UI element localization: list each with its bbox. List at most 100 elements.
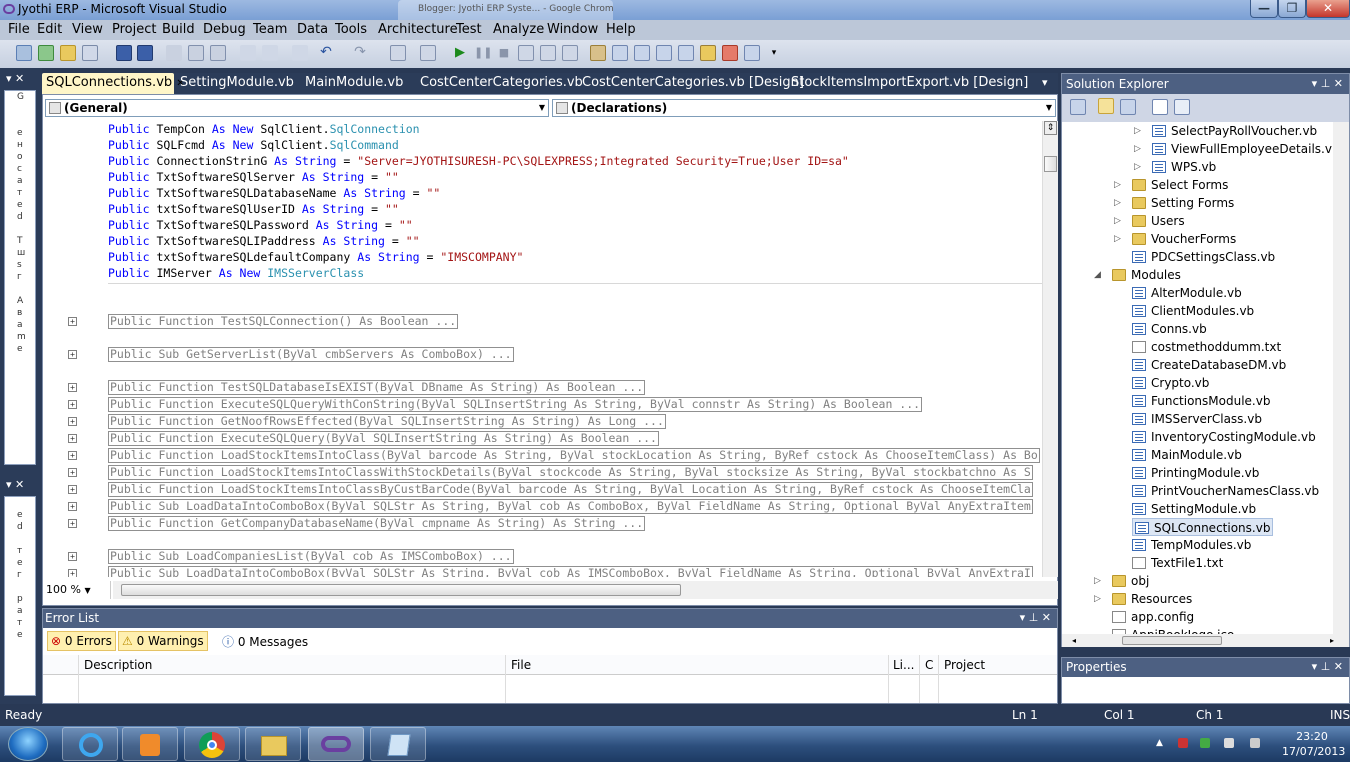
start-button[interactable] <box>8 727 48 761</box>
collapsed-method[interactable]: Public Function TestSQLConnection() As B… <box>108 314 459 329</box>
expand-region-icon[interactable]: + <box>68 417 77 426</box>
expand-region-icon[interactable]: + <box>68 569 77 577</box>
solution-tree-item[interactable]: obj <box>1112 572 1149 590</box>
column-line[interactable]: Li... <box>893 658 914 672</box>
menu-tools[interactable]: Tools <box>335 22 367 37</box>
code-line[interactable]: Public ConnectionStrinG As String = "Ser… <box>108 153 849 169</box>
power-icon[interactable] <box>1224 738 1234 748</box>
toolbox-icon[interactable] <box>678 45 694 61</box>
solution-tree-item[interactable]: TextFile1.txt <box>1132 554 1223 572</box>
save-icon[interactable] <box>116 45 132 61</box>
solution-tree-item[interactable]: InventoryCostingModule.vb <box>1132 428 1316 446</box>
solution-tree-item[interactable]: Resources <box>1112 590 1192 608</box>
solution-tree-item[interactable]: Crypto.vb <box>1132 374 1209 392</box>
expand-arrow-icon[interactable]: ▷ <box>1114 198 1121 208</box>
pin-icon-2[interactable]: ▾ ✕ <box>6 478 24 491</box>
solution-tree-item[interactable]: PDCSettingsClass.vb <box>1132 248 1275 266</box>
server-explorer-panel[interactable]: еd тег рате <box>4 496 36 696</box>
system-clock[interactable]: 23:20 17/07/2013 <box>1282 729 1345 759</box>
warnings-filter-button[interactable]: ⚠ 0 Warnings <box>118 631 208 651</box>
code-editor[interactable]: (General) ▼ (Declarations) ▼ Public Temp… <box>42 94 1058 606</box>
extension-manager-icon[interactable] <box>700 45 716 61</box>
pause-icon[interactable]: ❚❚ <box>474 45 492 61</box>
navigate-backward-icon[interactable] <box>390 45 406 61</box>
tab-mainmodule[interactable]: MainModule.vb <box>301 73 407 94</box>
solution-explorer-icon[interactable] <box>612 45 628 61</box>
collapsed-method[interactable]: Public Sub LoadCompaniesList(ByVal cob A… <box>108 549 514 564</box>
step-out-icon[interactable] <box>562 45 578 61</box>
collapsed-method[interactable]: Public Function ExecuteSQLQueryWithConSt… <box>108 397 923 412</box>
code-line[interactable]: Public txtSoftwareSQLdefaultCompany As S… <box>108 249 523 265</box>
expand-region-icon[interactable]: + <box>68 434 77 443</box>
collapsed-method[interactable]: Public Function LoadStockItemsIntoClassW… <box>108 465 1033 480</box>
open-file-icon[interactable] <box>60 45 76 61</box>
tab-costcentercategories-design[interactable]: CostCenterCategories.vb [Design] <box>578 73 808 94</box>
code-area[interactable]: Public TempCon As New SqlClient.SqlConne… <box>43 121 1042 577</box>
expand-arrow-icon[interactable]: ▷ <box>1114 234 1121 244</box>
expand-region-icon[interactable]: + <box>68 552 77 561</box>
column-file[interactable]: File <box>511 658 531 672</box>
class-name-dropdown[interactable]: (General) ▼ <box>45 99 549 117</box>
show-all-files-icon[interactable] <box>1098 98 1114 114</box>
notepad-icon[interactable] <box>370 727 426 761</box>
expand-arrow-icon[interactable]: ▷ <box>1134 126 1141 136</box>
code-line[interactable]: Public TxtSoftwareSQlServer As String = … <box>108 169 399 185</box>
collapsed-method[interactable]: Public Function GetCompanyDatabaseName(B… <box>108 516 646 531</box>
expand-arrow-icon[interactable]: ▷ <box>1134 162 1141 172</box>
menu-project[interactable]: Project <box>112 22 156 37</box>
properties-icon[interactable] <box>1070 99 1086 115</box>
copy-icon[interactable] <box>188 45 204 61</box>
menu-build[interactable]: Build <box>162 22 195 37</box>
tab-overflow-icon[interactable]: ▾ <box>1042 76 1048 89</box>
expand-region-icon[interactable]: + <box>68 350 77 359</box>
split-handle-icon[interactable]: ⇕ <box>1044 121 1057 135</box>
collapse-arrow-icon[interactable]: ◢ <box>1094 270 1101 280</box>
collapsed-method[interactable]: Public Function LoadStockItemsIntoClass(… <box>108 448 1040 463</box>
indent-icon[interactable] <box>292 45 308 61</box>
panel-controls-icon[interactable]: ▾ ⊥ ✕ <box>1312 660 1343 673</box>
pin-icon[interactable]: ▾ ✕ <box>6 72 24 85</box>
collapsed-method[interactable]: Public Function GetNoofRowsEffected(ByVa… <box>108 414 666 429</box>
menu-team[interactable]: Team <box>253 22 287 37</box>
code-line[interactable]: Public IMServer As New IMSServerClass <box>108 265 364 281</box>
column-description[interactable]: Description <box>84 658 152 672</box>
collapsed-method[interactable]: Public Function ExecuteSQLQuery(ByVal SQ… <box>108 431 659 446</box>
solution-tree-item[interactable]: Users <box>1132 212 1185 230</box>
redo-icon[interactable]: ↷ <box>352 45 368 61</box>
solution-tree-item[interactable]: TempModules.vb <box>1132 536 1251 554</box>
add-item-icon[interactable] <box>38 45 54 61</box>
expand-arrow-icon[interactable]: ▷ <box>1094 594 1101 604</box>
expand-region-icon[interactable]: + <box>68 519 77 528</box>
menu-edit[interactable]: Edit <box>37 22 62 37</box>
expand-region-icon[interactable]: + <box>68 468 77 477</box>
menu-view[interactable]: View <box>72 22 103 37</box>
action-center-icon[interactable] <box>1178 738 1188 748</box>
column-project[interactable]: Project <box>944 658 985 672</box>
solution-tree-item[interactable]: costmethoddumm.txt <box>1132 338 1281 356</box>
solution-tree-item[interactable]: WPS.vb <box>1152 158 1216 176</box>
uncomment-icon[interactable] <box>262 45 278 61</box>
solution-tree-item[interactable]: SettingModule.vb <box>1132 500 1256 518</box>
menu-test[interactable]: Test <box>456 22 482 37</box>
expand-arrow-icon[interactable]: ▷ <box>1094 576 1101 586</box>
solution-tree-item[interactable]: PrintVoucherNamesClass.vb <box>1132 482 1319 500</box>
solution-tree-item[interactable]: Select Forms <box>1132 176 1228 194</box>
solution-tree-item[interactable]: SQLConnections.vb <box>1132 518 1274 536</box>
toolbar-options-icon[interactable]: ▾ <box>766 45 782 61</box>
panel-controls-icon[interactable]: ▾ ⊥ ✕ <box>1020 611 1051 624</box>
solution-tree-item[interactable]: MainModule.vb <box>1132 446 1242 464</box>
start-page-icon[interactable] <box>722 45 738 61</box>
file-explorer-icon[interactable] <box>245 727 301 761</box>
expand-arrow-icon[interactable]: ▷ <box>1134 144 1141 154</box>
menu-window[interactable]: Window <box>547 22 598 37</box>
method-name-dropdown[interactable]: (Declarations) ▼ <box>552 99 1056 117</box>
visual-studio-taskbar-icon[interactable] <box>308 727 364 761</box>
tray-expand-icon[interactable]: ▲ <box>1156 738 1163 748</box>
comment-icon[interactable] <box>240 45 256 61</box>
expand-region-icon[interactable]: + <box>68 485 77 494</box>
chrome-icon[interactable] <box>184 727 240 761</box>
solution-tree-item[interactable]: PrintingModule.vb <box>1132 464 1259 482</box>
paste-icon[interactable] <box>210 45 226 61</box>
undo-icon[interactable]: ↶ <box>318 45 334 61</box>
code-line[interactable]: Public TxtSoftwareSQLIPaddress As String… <box>108 233 420 249</box>
